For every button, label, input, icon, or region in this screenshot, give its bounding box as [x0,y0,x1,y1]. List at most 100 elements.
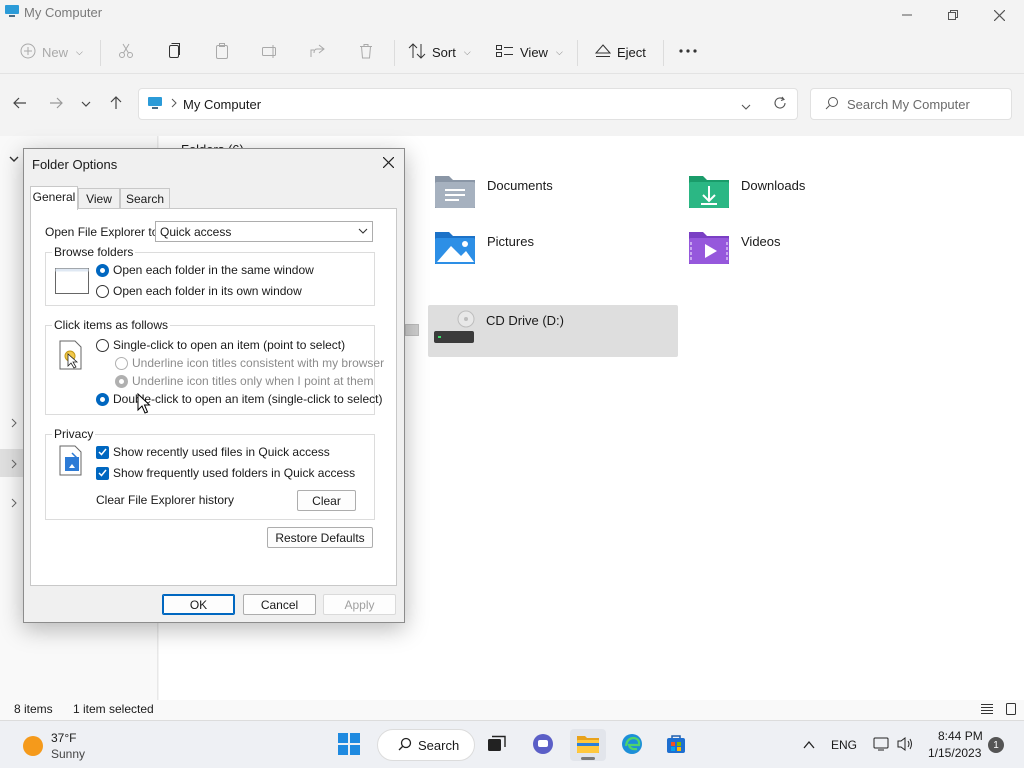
copy-button[interactable] [166,38,182,66]
folder-tile-pictures[interactable]: Pictures [433,226,673,276]
new-button[interactable]: New ⌵ [20,38,83,66]
rename-button[interactable] [262,38,278,66]
view-button[interactable]: View ⌵ [496,38,563,66]
dialog-close-button[interactable] [376,152,400,176]
window-titlebar: My Computer [0,0,1024,30]
command-bar: New ⌵ Sort ⌵ View ⌵ Eject [0,30,1024,74]
tiles-view-icon[interactable] [1004,702,1018,719]
start-button[interactable] [331,729,367,761]
apply-button[interactable]: Apply [323,594,396,615]
eject-button[interactable]: Eject [594,38,646,66]
tab-view[interactable]: View [78,188,120,208]
checkbox-checked [96,466,109,480]
cancel-button[interactable]: Cancel [243,594,316,615]
chevron-up-icon[interactable] [803,739,815,753]
chat-button[interactable] [525,729,561,761]
drive-tile-cd[interactable]: CD Drive (D:) [428,305,678,357]
tab-general[interactable]: General [30,186,78,210]
notification-badge[interactable]: 1 [988,737,1004,753]
eject-icon [594,43,612,62]
sort-button[interactable]: Sort ⌵ [408,38,471,66]
clipboard-icon [214,42,230,62]
toolbar-divider [394,40,395,66]
delete-button[interactable] [358,38,374,66]
network-icon[interactable] [873,736,891,755]
share-button[interactable] [310,38,326,66]
pictures-folder-icon [433,226,477,269]
refresh-icon[interactable] [773,96,787,113]
chevron-right-icon[interactable] [11,417,17,431]
forward-button[interactable] [44,92,68,116]
search-input[interactable] [847,96,1007,112]
radio-underline-browser[interactable]: Underline icon titles consistent with my… [115,356,384,370]
recent-locations-button[interactable] [74,92,98,116]
cut-button[interactable] [118,38,134,66]
weather-desc: Sunny [51,747,86,761]
computer-icon [4,4,20,18]
tab-search[interactable]: Search [120,188,170,208]
folder-tile-downloads[interactable]: Downloads [687,170,927,220]
rename-icon [262,43,278,62]
chevron-right-icon[interactable] [11,497,17,511]
clock-date[interactable]: 1/15/2023 [928,746,981,760]
back-button[interactable] [8,92,32,116]
radio-single-click[interactable]: Single-click to open an item (point to s… [96,338,345,352]
paste-button[interactable] [214,38,230,66]
store-icon [665,733,687,758]
folder-tile-documents[interactable]: Documents [433,170,673,220]
radio-same-window[interactable]: Open each folder in the same window [96,263,314,277]
edge-icon [621,733,643,758]
window-title: My Computer [24,5,103,20]
option-label: Underline icon titles consistent with my… [132,356,385,370]
close-window-button[interactable] [976,0,1022,30]
browse-folders-group: Browse folders Open each folder in the s… [45,245,375,306]
arrow-right-icon [49,96,63,113]
radio-button [96,338,109,352]
file-explorer-taskbar-button[interactable] [570,729,606,761]
address-bar[interactable]: My Computer [138,88,798,120]
view-icon [496,43,514,62]
chevron-down-icon[interactable] [741,100,751,114]
restore-defaults-button[interactable]: Restore Defaults [267,527,373,548]
task-view-button[interactable] [479,729,515,761]
arrow-left-icon [13,96,27,113]
weather-widget[interactable]: 37°F Sunny [18,729,128,763]
details-view-icon[interactable] [980,702,994,719]
volume-icon[interactable] [897,736,915,755]
close-icon [382,156,394,171]
edge-button[interactable] [614,729,650,761]
notification-count: 1 [993,739,999,751]
radio-button-checked [96,392,109,406]
radio-button [96,284,109,298]
checkbox-frequent-folders[interactable]: Show frequently used folders in Quick ac… [96,466,355,480]
radio-own-window[interactable]: Open each folder in its own window [96,284,302,298]
folder-tile-videos[interactable]: Videos [687,226,927,276]
up-button[interactable] [104,92,128,116]
checkbox-recent-files[interactable]: Show recently used files in Quick access [96,445,330,459]
open-explorer-value: Quick access [160,224,232,239]
open-explorer-select[interactable]: Quick access [155,221,373,242]
minimize-button[interactable] [884,0,930,30]
radio-underline-point[interactable]: Underline icon titles only when I point … [115,374,373,388]
status-bar: 8 items 1 item selected [0,700,1024,720]
clear-history-button[interactable]: Clear [297,490,356,511]
chat-icon [532,733,554,758]
language-indicator[interactable]: ENG [831,738,857,752]
ok-button[interactable]: OK [162,594,235,615]
restore-button[interactable] [930,0,976,30]
clock-time[interactable]: 8:44 PM [938,729,983,743]
mouse-cursor-icon [137,392,151,418]
more-options-button[interactable] [678,38,698,66]
taskbar-search-button[interactable]: Search [377,729,475,761]
folder-label: Pictures [487,234,534,249]
search-box[interactable] [810,88,1012,120]
option-label: Open each folder in its own window [113,284,302,298]
trash-icon [358,43,374,62]
chevron-right-icon [11,458,17,472]
chevron-down-icon[interactable] [9,152,19,166]
toolbar-divider [577,40,578,66]
nav-item-selected[interactable] [0,449,24,477]
store-button[interactable] [658,729,694,761]
drive-tile-partial[interactable] [405,324,419,336]
breadcrumb[interactable]: My Computer [183,97,261,112]
